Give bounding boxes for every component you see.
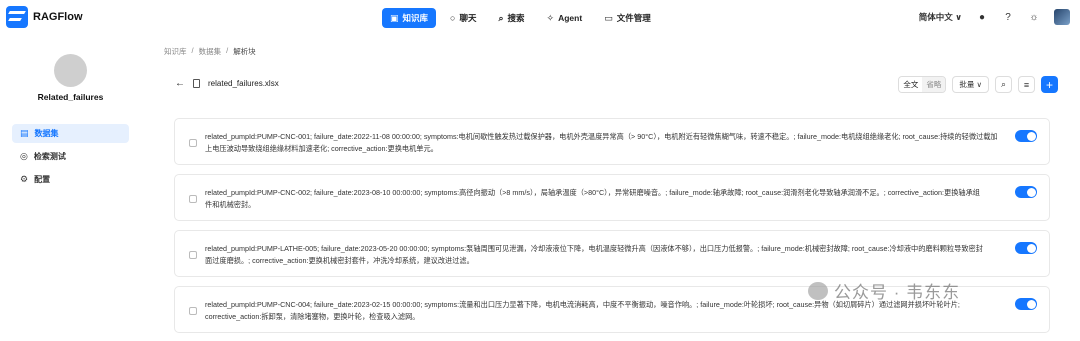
breadcrumb-dataset[interactable]: 数据集 [199, 46, 222, 57]
kb-icon: ▣ [390, 12, 399, 23]
watermark-text: 公众号 · 韦东东 [834, 283, 961, 302]
sidebar: Related_failures ▤ 数据集 ◎ 检索测试 ⚙ 配置 [0, 36, 150, 341]
dataset-icon: ▤ [20, 128, 29, 138]
plus-icon: + [1045, 77, 1053, 92]
filter-icon: ≡ [1023, 79, 1030, 90]
sidebar-item-retrieval-test[interactable]: ◎ 检索测试 [12, 147, 129, 166]
chunk-card[interactable]: related_pumpId:PUMP-LATHE-005; failure_d… [174, 230, 1050, 277]
view-mode-toggle: 全文 省略 [898, 76, 947, 93]
chunk-checkbox[interactable] [189, 307, 197, 315]
chunk-text: related_pumpId:PUMP-CNC-001; failure_dat… [205, 131, 1007, 154]
nav-label: 文件管理 [616, 13, 651, 23]
back-arrow-icon[interactable]: ← [175, 78, 185, 89]
search-icon: ⌕ [1000, 79, 1007, 89]
nav-label: 聊天 [459, 13, 477, 23]
nav-chat[interactable]: ○ 聊天 [442, 8, 484, 28]
chunk-enable-toggle[interactable] [1015, 242, 1037, 254]
theme-sun-icon[interactable]: ☼ [1028, 11, 1040, 23]
wechat-icon [808, 281, 828, 300]
chunk-card[interactable]: related_pumpId:PUMP-CNC-002; failure_dat… [174, 174, 1050, 221]
folder-icon: ▭ [604, 12, 613, 23]
search-icon: ⌕ [498, 12, 504, 23]
top-navbar: RAGFlow ▣ 知识库 ○ 聊天 ⌕ 搜索 ✧ Agent ▭ 文件管理 简… [0, 0, 1080, 36]
chunk-checkbox[interactable] [189, 195, 197, 203]
user-avatar[interactable] [1054, 9, 1070, 25]
batch-dropdown[interactable]: 批量 ∨ [952, 76, 989, 93]
chunk-enable-toggle[interactable] [1015, 298, 1037, 310]
brand[interactable]: RAGFlow [6, 6, 83, 28]
breadcrumb-knowledge-base[interactable]: 知识库 [164, 46, 187, 57]
add-chunk-button[interactable]: + [1041, 76, 1058, 93]
breadcrumb-current: 解析块 [233, 47, 256, 56]
file-name: related_failures.xlsx [208, 79, 279, 88]
sidebar-item-dataset[interactable]: ▤ 数据集 [12, 124, 129, 143]
chunk-line: related_pumpId:PUMP-CNC-001; failure_dat… [205, 132, 998, 141]
breadcrumb-separator: / [226, 46, 229, 55]
chunk-card[interactable]: related_pumpId:PUMP-CNC-001; failure_dat… [174, 118, 1050, 165]
chunk-line: related_pumpId:PUMP-CNC-002; failure_dat… [205, 188, 980, 197]
main-nav: ▣ 知识库 ○ 聊天 ⌕ 搜索 ✧ Agent ▭ 文件管理 [382, 8, 659, 28]
app-name: RAGFlow [33, 11, 83, 23]
sidebar-item-label: 检索测试 [33, 152, 66, 161]
retrieval-test-icon: ◎ [20, 151, 28, 161]
top-right-actions: 简体中文 ∨ ● ? ☼ [919, 9, 1070, 25]
file-header: ← related_failures.xlsx [175, 78, 279, 89]
chunk-line: corrective_action:拆卸泵，清除堵塞物，更换叶轮，检查吸入滤网。 [205, 311, 420, 321]
github-icon[interactable]: ● [976, 11, 988, 23]
chunk-text: related_pumpId:PUMP-CNC-002; failure_dat… [205, 187, 1007, 210]
ragflow-logo-icon [6, 6, 28, 28]
language-selector[interactable]: 简体中文 ∨ [919, 11, 962, 23]
chunk-checkbox[interactable] [189, 251, 197, 259]
nav-label: 搜索 [507, 13, 525, 23]
breadcrumb: 知识库 / 数据集 / 解析块 [164, 46, 256, 57]
chunk-line: 上电压波动导致绕组绝缘材料加速老化; corrective_action:更换电… [205, 143, 438, 153]
chunk-line: 件和机械密封。 [205, 199, 256, 209]
nav-label: 知识库 [402, 13, 429, 23]
nav-agent[interactable]: ✧ Agent [539, 8, 591, 28]
kb-name: Related_failures [37, 92, 104, 102]
kb-avatar [54, 54, 87, 87]
file-icon [193, 79, 200, 88]
chunk-line: related_pumpId:PUMP-LATHE-005; failure_d… [205, 244, 983, 253]
chunk-line: 面过度磨损。; corrective_action:更换机械密封套件，冲洗冷却系… [205, 255, 474, 265]
chunk-text: related_pumpId:PUMP-LATHE-005; failure_d… [205, 243, 1007, 266]
chunk-enable-toggle[interactable] [1015, 186, 1037, 198]
search-button[interactable]: ⌕ [995, 76, 1012, 93]
nav-file-management[interactable]: ▭ 文件管理 [596, 8, 659, 28]
chat-icon: ○ [450, 13, 456, 23]
chunk-checkbox[interactable] [189, 139, 197, 147]
gear-icon: ⚙ [20, 174, 29, 184]
breadcrumb-separator: / [191, 46, 194, 55]
sidebar-item-label: 配置 [34, 175, 51, 184]
nav-knowledge-base[interactable]: ▣ 知识库 [382, 8, 437, 28]
sidebar-item-label: 数据集 [34, 129, 59, 138]
chunk-toolbar: 全文 省略 批量 ∨ ⌕ ≡ + [898, 76, 1058, 93]
watermark: 公众号 · 韦东东 [808, 278, 960, 303]
chunk-enable-toggle[interactable] [1015, 130, 1037, 142]
agent-icon: ✧ [546, 12, 555, 23]
nav-label: Agent [558, 13, 583, 23]
full-text-option[interactable]: 全文 [899, 77, 923, 92]
help-icon[interactable]: ? [1002, 11, 1014, 23]
filter-button[interactable]: ≡ [1018, 76, 1035, 93]
ellipsis-option[interactable]: 省略 [922, 77, 946, 92]
sidebar-item-config[interactable]: ⚙ 配置 [12, 170, 129, 189]
nav-search[interactable]: ⌕ 搜索 [490, 8, 532, 28]
